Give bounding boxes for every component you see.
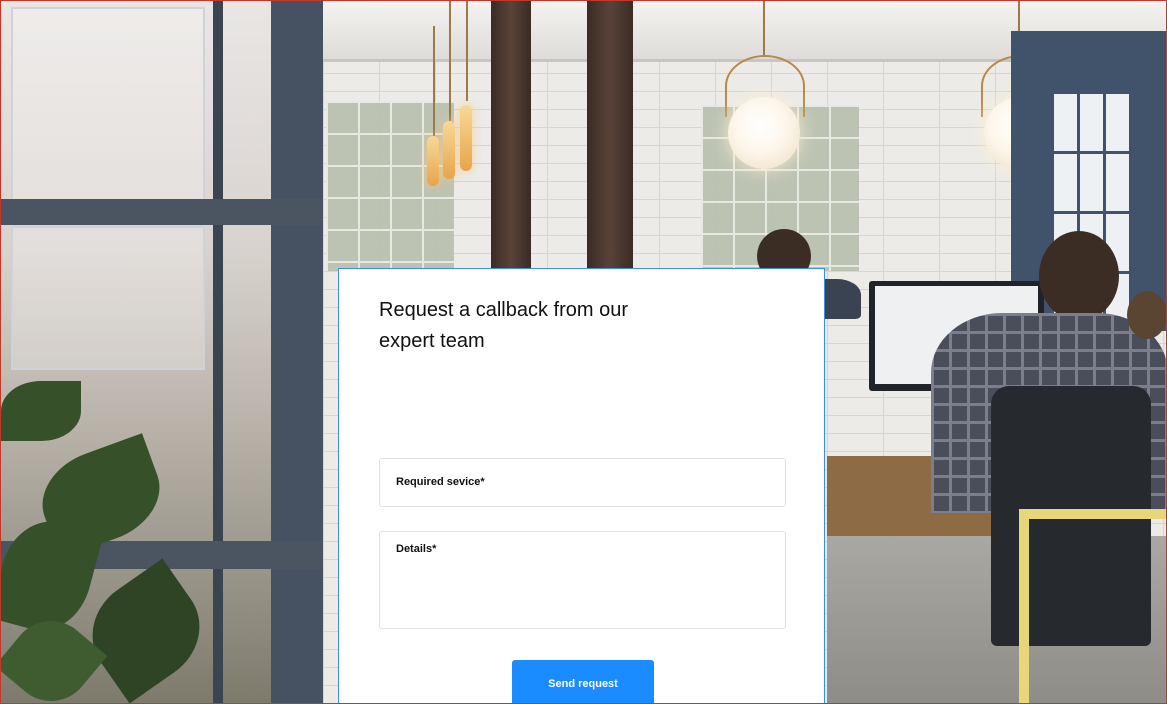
background-window-left [1,1,323,703]
required-service-field[interactable]: Required sevice* [379,458,786,507]
form-title: Request a callback from our expert team [379,299,629,352]
background-pillar-1 [491,1,531,271]
details-textarea[interactable] [380,532,785,628]
required-service-input[interactable] [380,459,785,506]
edison-bulb-icon [460,105,472,171]
details-field[interactable]: Details* [379,531,786,629]
pendant-lamp-icon [728,97,800,169]
send-request-button[interactable]: Send request [512,660,654,703]
callback-request-form: Request a callback from our expert team … [338,268,825,703]
edison-bulb-icon [443,121,455,179]
background-person [1039,231,1119,321]
background-yellow-table [1019,509,1166,703]
page-frame: Request a callback from our expert team … [0,0,1167,704]
background-pillar-2 [587,1,633,271]
edison-bulb-icon [427,136,439,186]
